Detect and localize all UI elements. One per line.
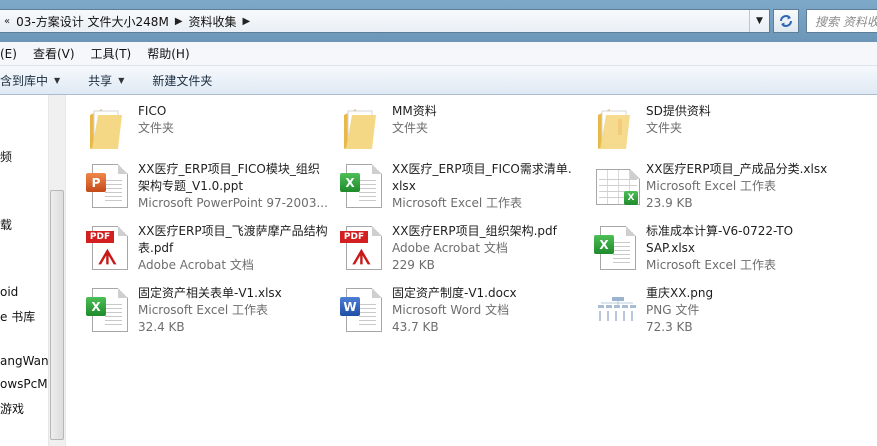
excel-icon: X: [594, 223, 640, 273]
pdf-icon: PDF ᗑ: [86, 223, 132, 273]
file-name: XX医疗ERP项目_飞渡萨摩产品结构: [138, 224, 328, 238]
file-name: 重庆XX.png: [646, 286, 714, 300]
file-name-line2: 表.pdf: [138, 241, 174, 255]
file-name: 固定资产制度-V1.docx: [392, 286, 517, 300]
file-name: MM资料: [392, 104, 437, 118]
menu-view[interactable]: 查看(V): [25, 45, 83, 62]
nav-item[interactable]: owsPcMa: [0, 377, 55, 391]
file-item[interactable]: PDF ᗑ XX医疗ERP项目_组织架构.pdf Adobe Acrobat 文档 2…: [340, 223, 557, 274]
scrollbar-thumb[interactable]: [50, 190, 64, 440]
file-size: 23.9 KB: [646, 196, 693, 210]
file-size: 43.7 KB: [392, 320, 439, 334]
file-name: SD提供资料: [646, 104, 711, 118]
chevron-down-icon: ▼: [54, 75, 61, 85]
file-type: Microsoft Excel 工作表: [392, 196, 523, 210]
file-type: Microsoft Excel 工作表: [646, 179, 777, 193]
address-bar-area: « 03-方案设计 文件大小248M ▶ 资料收集 ▶ ▼ 搜索 资料收集: [0, 0, 877, 42]
excel-icon: X: [86, 285, 132, 335]
word-icon: W: [340, 285, 386, 335]
file-type: 文件夹: [138, 121, 175, 135]
file-name: FICO: [138, 104, 167, 118]
breadcrumb-item-collection[interactable]: 资料收集: [187, 10, 239, 32]
nav-item[interactable]: 游戏: [0, 400, 24, 417]
file-name: XX医疗ERP项目_产成品分类.xlsx: [646, 162, 828, 176]
breadcrumb-chevron-icon[interactable]: ▶: [239, 16, 255, 27]
share-label: 共享: [88, 73, 113, 88]
file-type: Adobe Acrobat 文档: [138, 258, 254, 272]
refresh-button[interactable]: [773, 9, 799, 33]
file-item[interactable]: MM资料文件夹: [340, 103, 437, 153]
folder-icon: [86, 103, 132, 153]
breadcrumb-item-design[interactable]: 03-方案设计 文件大小248M: [14, 10, 171, 32]
new-folder-button[interactable]: 新建文件夹: [138, 72, 226, 89]
image-thumbnail-icon: [594, 285, 640, 335]
file-item[interactable]: 重庆XX.png PNG 文件 72.3 KB: [594, 285, 713, 336]
file-name: XX医疗_ERP项目_FICO模块_组织: [138, 162, 320, 176]
navigation-scrollbar[interactable]: [48, 95, 65, 446]
file-name: XX医疗ERP项目_组织架构.pdf: [392, 224, 557, 238]
file-name: XX医疗_ERP项目_FICO需求清单.: [392, 162, 572, 176]
file-size: 32.4 KB: [138, 320, 185, 334]
file-item[interactable]: X XX医疗_ERP项目_FICO需求清单.xlsx Microsoft Exce…: [340, 161, 572, 212]
address-box[interactable]: « 03-方案设计 文件大小248M ▶ 资料收集 ▶ ▼: [0, 9, 770, 33]
include-in-library-button[interactable]: 含到库中 ▼: [0, 72, 74, 89]
folder-icon: [594, 103, 640, 153]
folder-icon: [340, 103, 386, 153]
breadcrumb-chevron-icon[interactable]: ▶: [171, 16, 187, 27]
menu-tools[interactable]: 工具(T): [83, 45, 140, 62]
new-folder-label: 新建文件夹: [152, 73, 213, 88]
file-name: 固定资产相关表单-V1.xlsx: [138, 286, 282, 300]
powerpoint-icon: P: [86, 161, 132, 211]
file-size: 229 KB: [392, 258, 435, 272]
menu-help[interactable]: 帮助(H): [139, 45, 197, 62]
excel-icon: X: [340, 161, 386, 211]
menu-edit[interactable]: (E): [0, 47, 25, 61]
file-name: 标准成本计算-V6-0722-TO: [646, 224, 794, 238]
nav-item[interactable]: oid: [0, 285, 18, 299]
refresh-icon: [780, 15, 792, 27]
file-type: Microsoft Word 文档: [392, 303, 510, 317]
file-type: Microsoft PowerPoint 97-2003...: [138, 196, 328, 210]
file-item[interactable]: W 固定资产制度-V1.docx Microsoft Word 文档 43.7 KB: [340, 285, 517, 336]
search-placeholder: 搜索 资料收集: [815, 14, 877, 29]
file-type: Microsoft Excel 工作表: [138, 303, 269, 317]
nav-item[interactable]: e 书库: [0, 308, 35, 325]
file-type: 文件夹: [392, 121, 429, 135]
breadcrumb-overflow-icon[interactable]: «: [0, 16, 14, 27]
nav-item[interactable]: 载: [0, 216, 12, 233]
share-button[interactable]: 共享 ▼: [74, 72, 138, 89]
file-item[interactable]: X XX医疗ERP项目_产成品分类.xlsx Microsoft Excel 工作…: [594, 161, 827, 212]
file-item[interactable]: P XX医疗_ERP项目_FICO模块_组织 架构专题_V1.0.ppt Micro…: [86, 161, 328, 212]
file-item[interactable]: FICO 文件夹: [86, 103, 174, 153]
file-item[interactable]: PDF ᗑ XX医疗ERP项目_飞渡萨摩产品结构 表.pdf Adobe Acroba…: [86, 223, 328, 274]
file-name-line2: SAP.xlsx: [646, 241, 696, 255]
file-type: PNG 文件: [646, 303, 700, 317]
menu-bar: (E) 查看(V) 工具(T) 帮助(H): [0, 42, 877, 66]
file-item[interactable]: X 标准成本计算-V6-0722-TO SAP.xlsx Microsoft Exc…: [594, 223, 793, 274]
address-dropdown-icon[interactable]: ▼: [749, 10, 769, 32]
file-type: Adobe Acrobat 文档: [392, 241, 508, 255]
file-name-line2: xlsx: [392, 179, 416, 193]
file-item[interactable]: SD提供资料 文件夹: [594, 103, 711, 153]
pdf-icon: PDF ᗑ: [340, 223, 386, 273]
chevron-down-icon: ▼: [118, 75, 125, 85]
nav-item[interactable]: 频: [0, 148, 12, 165]
command-bar: 含到库中 ▼ 共享 ▼ 新建文件夹: [0, 66, 877, 95]
file-item[interactable]: X 固定资产相关表单-V1.xlsx Microsoft Excel 工作表 32.…: [86, 285, 282, 336]
file-type: 文件夹: [646, 121, 683, 135]
file-size: 72.3 KB: [646, 320, 693, 334]
include-in-library-label: 含到库中: [0, 73, 49, 88]
file-type: Microsoft Excel 工作表: [646, 258, 777, 272]
file-name-line2: 架构专题_V1.0.ppt: [138, 179, 244, 193]
search-input[interactable]: 搜索 资料收集: [806, 9, 877, 33]
spreadsheet-thumbnail-icon: X: [594, 161, 640, 211]
file-list: FICO 文件夹 MM资料 文件夹 SD提供资料 文件夹 P XX医疗_ERP项目_F…: [66, 95, 877, 446]
